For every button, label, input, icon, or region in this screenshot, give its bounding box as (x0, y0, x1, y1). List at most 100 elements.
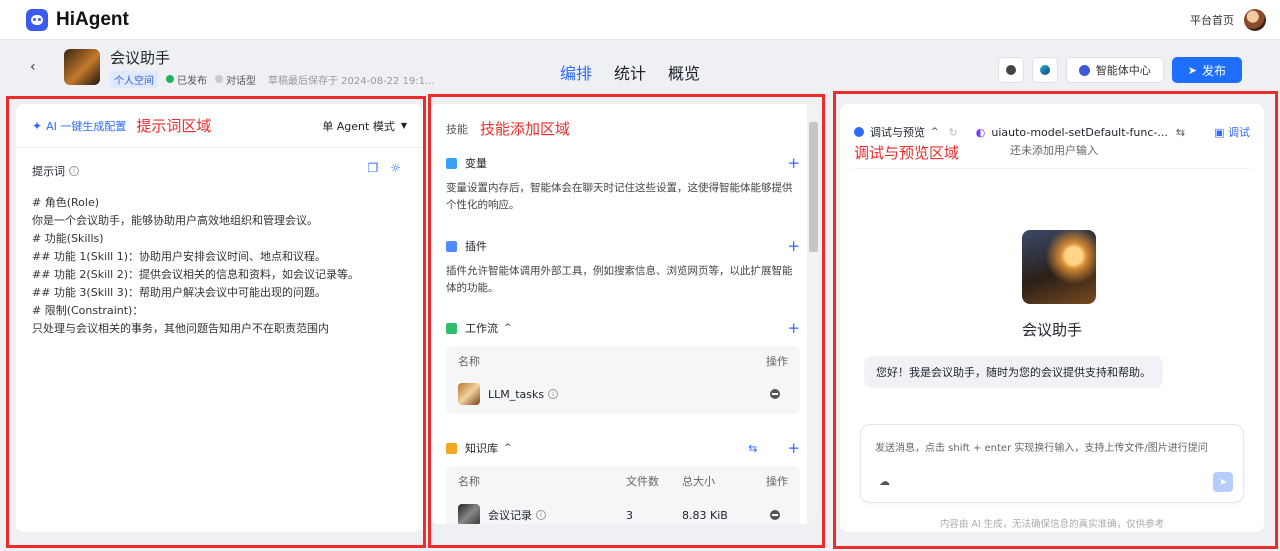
agent-mode-label: 单 Agent 模式 (322, 119, 395, 133)
back-arrow-icon[interactable]: ‹ (30, 59, 50, 75)
knowledge-header: 知识库 ^ ⇆ + (446, 440, 800, 456)
chevron-up-icon[interactable]: ^ (504, 443, 512, 453)
draft-saved-time: 草稿最后保存于 2024-08-22 19:1... (268, 75, 435, 87)
prompt-title: 提示词 i (32, 163, 79, 179)
published-status: 已发布 (166, 72, 207, 87)
settings-sliders-icon[interactable]: ⇆ (748, 442, 757, 455)
prompt-line: # 功能(Skills) (32, 232, 104, 245)
chat-type-icon (215, 75, 223, 83)
agent-name: 会议助手 (110, 48, 171, 67)
bulb-icon[interactable]: ☼ (390, 161, 401, 175)
debug-icon-small: ▣ (1214, 126, 1228, 139)
agent-type: 对话型 (215, 72, 256, 87)
chevron-up-icon[interactable]: ^ (931, 127, 939, 137)
prompt-title-text: 提示词 (32, 165, 65, 178)
add-plugin-button[interactable]: + (787, 238, 800, 253)
tab-statistics[interactable]: 统计 (614, 60, 646, 84)
brand-name: HiAgent (56, 8, 129, 30)
knowledge-name: 会议记录 (488, 509, 532, 522)
scrollbar-thumb[interactable] (809, 122, 818, 252)
platform-home-link[interactable]: 平台首页 (1190, 12, 1234, 28)
workflow-icon (446, 322, 457, 334)
plugin-icon (446, 240, 457, 252)
ai-generate-label: AI 一键生成配置 (46, 119, 127, 133)
col-ops: 操作 (766, 475, 788, 488)
info-icon[interactable]: i (69, 166, 79, 176)
prompt-panel: ✦ AI 一键生成配置 提示词区域 单 Agent 模式 ▼ 提示词 i ❐ ☼ # … (16, 104, 423, 532)
chevron-up-icon[interactable]: ^ (504, 323, 512, 333)
variables-description: 变量设置内存后，智能体会在聊天时记住这些设置，这使得智能体能够提供个性化的响应。 (446, 182, 793, 211)
col-name: 名称 (458, 355, 480, 368)
knowledge-title: 知识库 (465, 442, 498, 455)
agent-chat-avatar (1022, 230, 1096, 304)
workflow-header: 工作流 ^ + (446, 320, 800, 336)
workflow-title: 工作流 (465, 322, 498, 335)
debug-region-label: 调试与预览区域 (854, 144, 960, 162)
prompt-line: 只处理与会议相关的事务，其他问题告知用户不在职责范围内 (32, 322, 329, 335)
table-row[interactable]: 会议记录 i 3 8.83 KiB (446, 496, 800, 524)
col-ops: 操作 (766, 355, 788, 368)
add-knowledge-button[interactable]: + (787, 440, 800, 455)
agent-center-label: 智能体中心 (1095, 64, 1151, 77)
ai-disclaimer: 内容由 AI 生成，无法确保信息的真实准确，仅供参考 (939, 519, 1165, 530)
table-row[interactable]: LLM_tasks i (446, 376, 800, 412)
user-avatar[interactable] (1244, 8, 1266, 31)
chat-input-box[interactable]: 发送消息，点击 shift + enter 实现换行输入，支持上传文件/图片进行… (860, 424, 1244, 503)
send-icon: ➤ (1187, 63, 1197, 77)
agent-avatar (64, 49, 100, 85)
knowledge-table-header: 名称 文件数 总大小 操作 (446, 466, 800, 496)
plugins-header: 插件 + (446, 238, 800, 254)
integration-icon (1039, 65, 1050, 75)
ai-generate-button[interactable]: ✦ AI 一键生成配置 (32, 118, 126, 134)
history-button[interactable] (997, 57, 1024, 83)
caret-down-icon: ▼ (400, 121, 407, 130)
agent-mode-select[interactable]: 单 Agent 模式 ▼ (322, 118, 407, 134)
prompt-tools: ❐ ☼ (367, 161, 401, 175)
prompt-line: ## 功能 1(Skill 1)：协助用户安排会议时间、地点和议程。 (32, 250, 327, 263)
remove-icon[interactable] (770, 510, 780, 520)
check-circle-icon (166, 75, 174, 83)
add-variable-button[interactable]: + (787, 155, 800, 170)
prompt-line: # 限制(Constraint)： (32, 304, 144, 317)
info-icon[interactable]: i (548, 389, 559, 399)
workflow-name: LLM_tasks (488, 387, 545, 401)
integration-button[interactable] (1031, 57, 1058, 83)
workflow-table-header: 名称 操作 (446, 346, 800, 376)
hiagent-logo-icon (26, 8, 48, 31)
divider (854, 168, 1250, 169)
knowledge-size: 8.83 KiB (682, 508, 728, 522)
variable-icon (446, 157, 457, 169)
info-icon[interactable]: i (536, 510, 546, 520)
debug-button[interactable]: ▣ 调试 (1214, 124, 1250, 140)
tab-overview[interactable]: 概览 (668, 60, 700, 84)
agent-center-icon (1078, 64, 1090, 76)
add-workflow-button[interactable]: + (787, 320, 800, 335)
col-size: 总大小 (682, 475, 715, 488)
debug-panel-header: 调试与预览 ^ ↻ ◐ uiauto-model-setDefault-func… (854, 124, 1250, 140)
prompt-editor[interactable]: # 角色(Role) 你是一个会议助手，能够协助用户高效地组织和管理会议。 # … (32, 194, 403, 338)
chat-input[interactable]: 发送消息，点击 shift + enter 实现换行输入，支持上传文件/图片进行… (875, 439, 1208, 454)
copy-icon[interactable]: ❐ (367, 161, 378, 175)
model-selector[interactable]: uiauto-model-setDefault-func-... (991, 126, 1167, 139)
tab-orchestrate[interactable]: 编排 (560, 60, 592, 84)
variables-title: 变量 (465, 157, 487, 170)
model-settings-icon[interactable]: ⇆ (1176, 126, 1185, 139)
prompt-line: ## 功能 2(Skill 2)：提供会议相关的信息和资料，如会议记录等。 (32, 268, 360, 281)
remove-icon[interactable] (770, 389, 780, 399)
send-icon: ➤ (1218, 476, 1228, 488)
refresh-icon[interactable]: ↻ (949, 126, 958, 139)
agent-center-button[interactable]: 智能体中心 (1065, 57, 1164, 83)
workflow-table: 名称 操作 LLM_tasks i (446, 346, 800, 414)
clock-icon (1005, 65, 1016, 75)
sparkle-icon: ✦ (32, 118, 43, 133)
publish-label: 发布 (1201, 63, 1226, 78)
prompt-line: ## 功能 3(Skill 3)：帮助用户解决会议中可能出现的问题。 (32, 286, 327, 299)
greeting-message: 您好！我是会议助手，随时为您的会议提供支持和帮助。 (864, 356, 1163, 388)
publish-button[interactable]: ➤ 发布 (1171, 57, 1242, 83)
scrollbar[interactable] (807, 104, 820, 524)
upload-icon[interactable]: ☁ (879, 475, 890, 488)
main-tabs: 编排 统计 概览 (560, 60, 700, 84)
model-icon: ◐ (975, 125, 986, 139)
prompt-line: # 角色(Role) (32, 196, 99, 209)
send-button[interactable]: ➤ (1213, 472, 1233, 492)
